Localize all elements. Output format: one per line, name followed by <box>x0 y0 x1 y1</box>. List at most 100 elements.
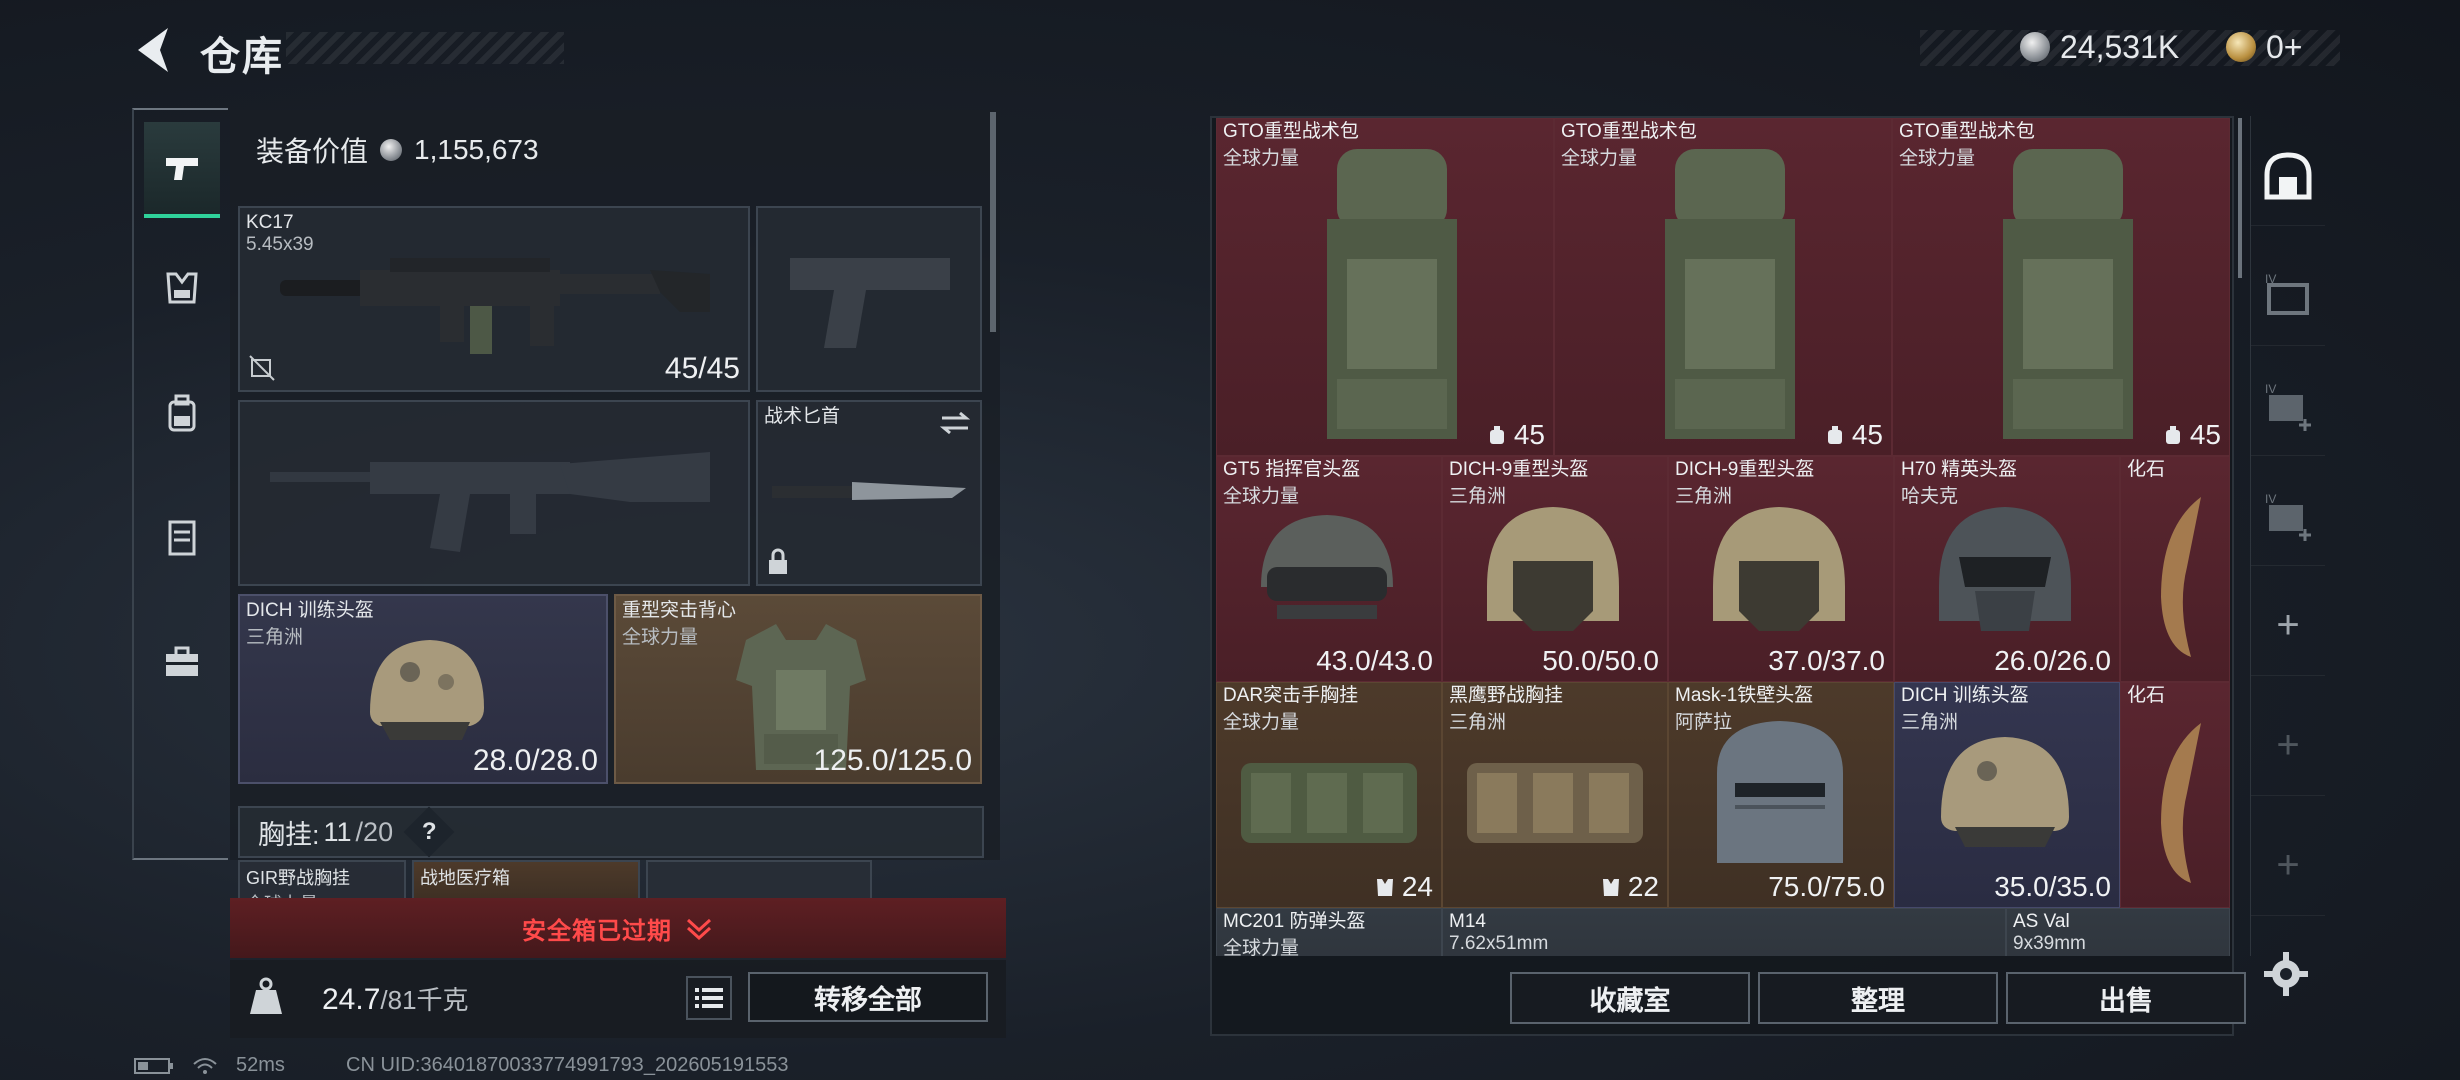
tab-extension-1[interactable]: IV <box>2251 246 2325 346</box>
helmet-name: DICH 训练头盔 <box>246 600 374 621</box>
item-name: 黑鹰野战胸挂 <box>1449 685 1564 706</box>
battery-icon <box>134 1057 173 1074</box>
settings-gear-icon[interactable] <box>2262 950 2310 998</box>
item-capacity: 22 <box>1627 871 1659 902</box>
item-name: 化石 <box>2127 459 2166 480</box>
storage-item-rifle[interactable]: M14 7.62x51mm <box>1442 908 2006 956</box>
weight-icon <box>250 977 282 1014</box>
help-icon: ? <box>421 817 437 845</box>
swap-icon[interactable] <box>938 410 972 436</box>
helmet-image <box>1939 507 2071 631</box>
storage-item-helmet[interactable]: GT5 指挥官头盔 全球力量 43.0/43.0 <box>1216 456 1442 682</box>
no-attachment-icon <box>249 355 275 381</box>
silver-coin-icon <box>2020 32 2050 62</box>
equipment-value-amount: 1,155,673 <box>414 134 539 165</box>
storage-item-rifle[interactable]: AS Val 9x39mm <box>2006 908 2230 956</box>
tab-extension-3[interactable]: IV <box>2251 466 2325 566</box>
knife-image <box>772 482 966 500</box>
gold-coin-icon <box>2226 32 2256 62</box>
secondary-weapon-slot[interactable] <box>238 400 750 586</box>
nav-backpack[interactable] <box>144 366 220 462</box>
armor-slot[interactable]: 重型突击背心 全球力量 125.0/125.0 <box>614 594 982 784</box>
collection-room-button[interactable]: 收藏室 <box>1510 972 1750 1024</box>
vest-item-slot[interactable]: GIR野战胸挂 全球力量 <box>238 860 406 900</box>
primary-weapon-slot[interactable]: KC17 5.45x39 45/45 <box>238 206 750 392</box>
organize-button[interactable]: 整理 <box>1758 972 1998 1024</box>
storage-item-chest-rig[interactable]: 黑鹰野战胸挂 三角洲 22 <box>1442 682 1668 908</box>
helmet-durability: 28.0/28.0 <box>472 744 598 777</box>
currency-premium[interactable]: 0+ <box>2226 26 2302 68</box>
item-faction: 三角洲 <box>1449 712 1507 733</box>
item-faction: 全球力量 <box>1223 712 1300 733</box>
storage-item-helmet[interactable]: H70 精英头盔 哈夫克 26.0/26.0 <box>1894 456 2120 682</box>
item-name: DAR突击手胸挂 <box>1223 685 1359 706</box>
storage-item-fossil[interactable]: 化石 <box>2120 456 2230 682</box>
safe-box-expired-banner[interactable]: 安全箱已过期 <box>230 898 1006 958</box>
storage-item-chest-rig[interactable]: DAR突击手胸挂 全球力量 24 <box>1216 682 1442 908</box>
vest-item-name: GIR野战胸挂 <box>246 868 351 888</box>
storage-scrollbar[interactable] <box>2238 118 2242 278</box>
item-durability: 37.0/37.0 <box>1768 645 1885 676</box>
item-durability: 50.0/50.0 <box>1542 645 1659 676</box>
storage-item-backpack[interactable]: GTO重型战术包 全球力量 45 <box>1554 118 1892 456</box>
storage-item-helmet[interactable]: DICH 训练头盔 三角洲 35.0/35.0 <box>1894 682 2120 908</box>
item-name: DICH-9重型头盔 <box>1449 459 1589 480</box>
item-name: H70 精英头盔 <box>1901 459 2018 480</box>
storage-item-fossil[interactable]: 化石 <box>2120 682 2230 908</box>
pistol-slot[interactable] <box>756 206 982 392</box>
equipment-value-label: 装备价值 <box>256 136 369 167</box>
empty-vest-slot[interactable] <box>646 860 872 900</box>
storage-item-helmet[interactable]: DICH-9重型头盔 三角洲 37.0/37.0 <box>1668 456 1894 682</box>
item-faction: 全球力量 <box>1223 148 1300 169</box>
helmet-image <box>1487 507 1619 631</box>
storage-item-backpack[interactable]: GTO重型战术包 全球力量 45 <box>1892 118 2230 456</box>
nav-case[interactable] <box>144 614 220 710</box>
helmet-image <box>1941 737 2069 847</box>
fossil-claw-image <box>2161 723 2201 883</box>
equipment-scrollbar[interactable] <box>990 112 996 332</box>
armor-icon <box>168 520 196 556</box>
help-button[interactable]: ? <box>403 806 455 858</box>
medkit-slot[interactable]: 战地医疗箱 <box>412 860 640 900</box>
item-durability: 26.0/26.0 <box>1994 645 2111 676</box>
plus-icon: + <box>2276 843 2300 887</box>
sell-button[interactable]: 出售 <box>2006 972 2246 1024</box>
item-durability: 43.0/43.0 <box>1316 645 1433 676</box>
pistol-icon <box>166 158 198 180</box>
helmet-image <box>1261 515 1393 619</box>
item-durability: 35.0/35.0 <box>1994 871 2111 902</box>
armor-faction: 全球力量 <box>622 627 699 648</box>
storage-item-helmet[interactable]: Mask-1铁壁头盔 阿萨拉 75.0/75.0 <box>1668 682 1894 908</box>
helmet-slot[interactable]: DICH 训练头盔 三角洲 28.0/28.0 <box>238 594 608 784</box>
chest-rig-capacity: 胸挂: 11 /20 ? <box>238 806 984 858</box>
currency-havoc-coins[interactable]: 24,531K <box>2020 26 2179 68</box>
storage-item-backpack[interactable]: GTO重型战术包 全球力量 45 <box>1216 118 1554 456</box>
nav-armor[interactable] <box>144 490 220 586</box>
chest-rig-image <box>1467 763 1643 843</box>
tab-extension-2[interactable]: IV <box>2251 356 2325 456</box>
pistol-silhouette-icon <box>790 258 950 348</box>
equipment-value: 装备价值 1,155,673 <box>256 130 539 170</box>
tab-main-storage[interactable] <box>2251 126 2325 226</box>
plus-icon: + <box>2276 603 2300 647</box>
briefcase-icon <box>166 646 198 676</box>
transfer-all-button[interactable]: 转移全部 <box>748 972 988 1022</box>
item-faction: 全球力量 <box>1223 938 1300 956</box>
list-view-button[interactable] <box>686 976 732 1020</box>
back-button[interactable] <box>130 22 180 78</box>
carry-weight: 24.7/81千克 <box>322 980 469 1017</box>
add-storage-button[interactable]: + <box>2251 576 2325 676</box>
item-capacity: 24 <box>1401 871 1433 902</box>
nav-vest[interactable] <box>144 240 220 336</box>
melee-slot[interactable]: 战术匕首 <box>756 400 982 586</box>
helmet-faction: 三角洲 <box>246 627 304 648</box>
add-storage-button-disabled: + <box>2251 816 2325 916</box>
extension-medical-icon: IV <box>2265 492 2311 541</box>
currency-b-amount: 0+ <box>2266 28 2303 65</box>
item-caliber: 9x39mm <box>2013 933 2086 954</box>
storage-item-helmet[interactable]: DICH-9重型头盔 三角洲 50.0/50.0 <box>1442 456 1668 682</box>
nav-weapon[interactable] <box>144 122 220 218</box>
item-capacity: 45 <box>1513 419 1545 450</box>
item-faction: 全球力量 <box>1899 148 1976 169</box>
storage-item-helmet[interactable]: MC201 防弹头盔 全球力量 <box>1216 908 1442 956</box>
